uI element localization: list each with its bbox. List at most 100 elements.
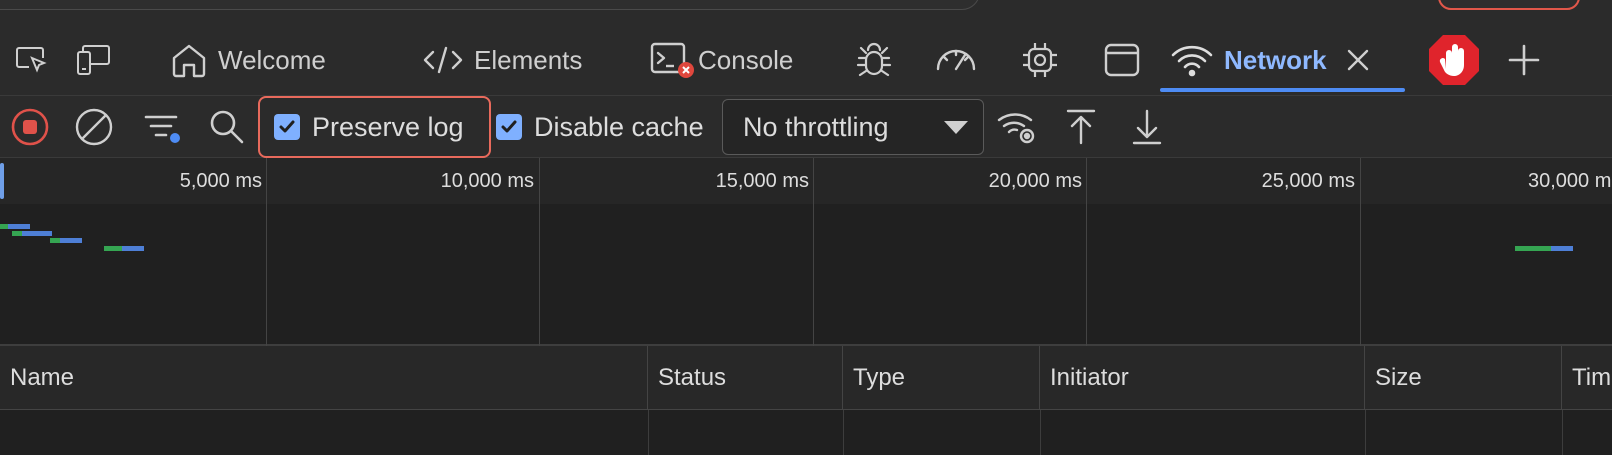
bug-icon (856, 42, 892, 77)
tab-console[interactable]: Console (640, 24, 803, 96)
throttling-value: No throttling (743, 111, 889, 142)
stop-hand-icon (1429, 35, 1479, 85)
address-bar-edge[interactable] (0, 0, 980, 10)
column-header-label: Time (1572, 364, 1612, 391)
home-icon (172, 44, 206, 78)
application-window-icon (1104, 43, 1140, 77)
plus-icon (1508, 44, 1540, 76)
overview-tick-label: 10,000 ms (440, 170, 534, 192)
tab-console-label: Console (698, 44, 794, 75)
preserve-log-check-box[interactable] (274, 114, 300, 140)
tab-network[interactable]: Network (1160, 24, 1405, 96)
column-header-status[interactable]: Status (648, 346, 843, 410)
inspect-element-button[interactable] (10, 24, 54, 96)
overview-tick-label: 25,000 ms (1261, 170, 1355, 192)
overview-tick-label: 5,000 ms (179, 170, 262, 192)
profile-button-edge[interactable] (1438, 0, 1580, 10)
speedometer-icon (936, 49, 976, 71)
column-header-name[interactable]: Name (0, 346, 648, 410)
record-stop-icon (11, 108, 49, 146)
column-header-label: Type (853, 364, 906, 391)
checkmark-icon (501, 120, 517, 133)
device-toolbar-button[interactable] (72, 24, 116, 96)
inspect-icon (16, 47, 47, 73)
overview-divider (266, 158, 267, 346)
clear-log-button[interactable] (74, 96, 114, 158)
upload-icon (1066, 109, 1096, 145)
overview-tick-label: 15,000 ms (715, 170, 809, 192)
more-tools-button[interactable] (1502, 24, 1546, 96)
request-bar (1515, 246, 1551, 251)
tab-performance[interactable] (934, 24, 978, 96)
overview-selection-handle[interactable] (0, 163, 4, 199)
clear-icon (75, 108, 113, 146)
column-header-label: Name (10, 364, 75, 391)
search-button[interactable] (208, 96, 246, 158)
requests-table-header: Name Status Type Initiator Size Time (0, 346, 1612, 410)
disable-cache-check-box[interactable] (496, 114, 522, 140)
column-divider (648, 410, 649, 455)
request-bar (1551, 246, 1573, 251)
code-tag-icon (423, 46, 463, 74)
checkmark-icon (279, 120, 295, 133)
wifi-icon (1171, 45, 1213, 77)
tab-elements[interactable]: Elements (412, 24, 592, 96)
request-bar (122, 246, 144, 251)
request-bar (60, 238, 82, 243)
tab-elements-label: Elements (474, 44, 583, 75)
column-header-initiator[interactable]: Initiator (1040, 346, 1365, 410)
disable-cache-label: Disable cache (534, 111, 704, 142)
device-emulation-icon (77, 45, 110, 75)
column-header-type[interactable]: Type (843, 346, 1040, 410)
blocking-extension-button[interactable] (1424, 24, 1484, 96)
preserve-log-checkbox[interactable]: Preserve log (274, 96, 464, 158)
browser-top-strip (0, 0, 1612, 24)
filter-icon (144, 115, 180, 143)
request-bar (12, 231, 22, 236)
overview-tick-label: 20,000 ms (988, 170, 1082, 192)
requests-table-body[interactable] (0, 410, 1612, 455)
overview-divider (1360, 158, 1361, 346)
column-divider (843, 410, 844, 455)
console-icon (650, 42, 694, 78)
network-conditions-button[interactable] (996, 96, 1040, 158)
column-header-label: Status (658, 364, 727, 391)
overview-divider (1086, 158, 1087, 346)
column-divider (1562, 410, 1563, 455)
search-icon (210, 110, 244, 144)
request-bar (0, 224, 8, 229)
close-icon[interactable] (1345, 47, 1371, 73)
network-overview[interactable]: 5,000 ms 10,000 ms 15,000 ms 20,000 ms 2… (0, 158, 1612, 346)
devtools-tab-bar: Welcome Elements Console Network (0, 24, 1612, 96)
throttling-select[interactable]: No throttling (722, 99, 984, 155)
tab-sources[interactable] (852, 24, 896, 96)
tab-welcome-label: Welcome (218, 44, 326, 75)
request-bar (8, 224, 30, 229)
download-icon (1132, 109, 1162, 145)
tab-welcome[interactable]: Welcome (160, 24, 336, 96)
column-header-label: Initiator (1050, 364, 1129, 391)
request-bar (50, 238, 60, 243)
wifi-settings-icon (997, 113, 1035, 144)
chevron-down-icon (944, 121, 968, 134)
stop-recording-button[interactable] (10, 96, 50, 158)
column-header-time[interactable]: Time (1562, 346, 1612, 410)
column-header-label: Size (1375, 364, 1422, 391)
request-bar (104, 246, 122, 251)
column-divider (1365, 410, 1366, 455)
tab-network-label: Network (1224, 44, 1327, 75)
column-divider (1040, 410, 1041, 455)
export-har-button[interactable] (1130, 96, 1164, 158)
column-header-size[interactable]: Size (1365, 346, 1562, 410)
disable-cache-checkbox[interactable]: Disable cache (496, 96, 704, 158)
import-har-button[interactable] (1064, 96, 1098, 158)
overview-tick-label: 30,000 ms (1528, 170, 1612, 192)
active-tab-underline (1160, 88, 1405, 92)
chip-icon (1023, 43, 1057, 77)
tab-application[interactable] (1100, 24, 1144, 96)
filter-button[interactable] (142, 96, 182, 158)
request-bar (22, 231, 52, 236)
preserve-log-label: Preserve log (312, 111, 464, 142)
overview-divider (813, 158, 814, 346)
tab-memory[interactable] (1018, 24, 1062, 96)
